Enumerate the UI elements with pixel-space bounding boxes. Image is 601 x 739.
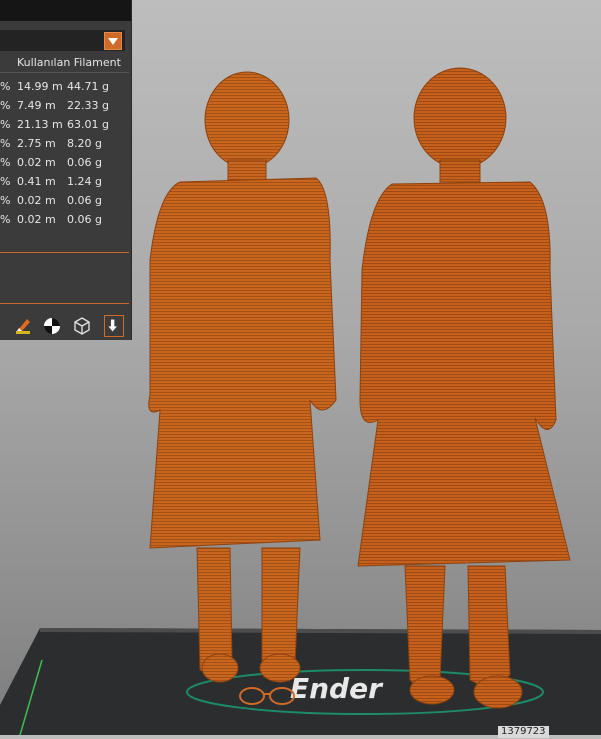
filament-length: 2.75 m xyxy=(17,137,56,150)
filament-weight: 44.71 g xyxy=(67,80,109,93)
right-figure-model[interactable] xyxy=(357,67,571,709)
download-arrow-icon[interactable] xyxy=(104,315,124,337)
half-circle-icon[interactable] xyxy=(42,316,62,336)
filament-length: 14.99 m xyxy=(17,80,63,93)
filament-length: 0.02 m xyxy=(17,213,56,226)
cube-wireframe-icon[interactable] xyxy=(72,316,92,336)
filament-weight: 0.06 g xyxy=(67,194,102,207)
divider xyxy=(0,252,129,253)
filament-pct: % xyxy=(0,194,11,207)
coordinate-readout: 1379723 xyxy=(498,726,549,738)
filament-pct: % xyxy=(0,137,11,150)
filament-length: 0.02 m xyxy=(17,194,56,207)
filament-weight: 0.06 g xyxy=(67,156,102,169)
left-figure-model[interactable] xyxy=(148,71,337,683)
paint-brush-icon[interactable] xyxy=(13,316,33,336)
filament-length: 0.41 m xyxy=(17,175,56,188)
filament-weight: 8.20 g xyxy=(67,137,102,150)
panel-toolbar xyxy=(0,313,131,339)
filament-pct: % xyxy=(0,99,11,112)
filament-pct: % xyxy=(0,175,11,188)
filament-pct: % xyxy=(0,213,11,226)
filament-weight: 22.33 g xyxy=(67,99,109,112)
bed-logo-text: Ender xyxy=(290,672,384,705)
filament-pct: % xyxy=(0,118,11,131)
filament-usage-header: Kullanılan Filament xyxy=(17,56,121,69)
filament-weight: 63.01 g xyxy=(67,118,109,131)
filament-pct: % xyxy=(0,156,11,169)
filament-weight: 1.24 g xyxy=(67,175,102,188)
chevron-down-icon xyxy=(108,38,118,45)
divider xyxy=(0,72,129,73)
filament-weight: 0.06 g xyxy=(67,213,102,226)
filament-pct: % xyxy=(0,80,11,93)
filament-length: 0.02 m xyxy=(17,156,56,169)
print-settings-panel: Kullanılan Filament % 14.99 m 44.71 g% 7.49… xyxy=(0,0,131,340)
divider xyxy=(0,303,129,304)
filament-length: 7.49 m xyxy=(17,99,56,112)
dropdown-toggle-button[interactable] xyxy=(104,32,122,50)
filament-length: 21.13 m xyxy=(17,118,63,131)
panel-title-bar xyxy=(0,0,131,21)
